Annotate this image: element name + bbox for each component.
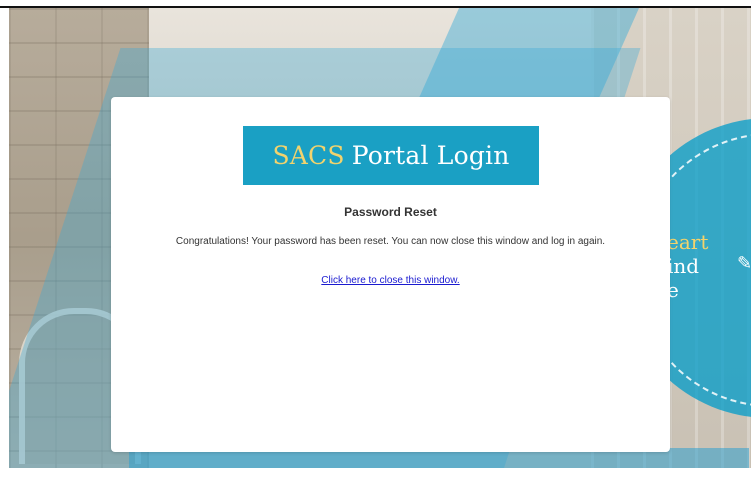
- pen-icon: ✎: [737, 253, 751, 273]
- circle-slogan: eart ind e: [667, 230, 708, 302]
- logo-product: Portal Login: [351, 141, 510, 170]
- slogan-line-3: e: [667, 278, 679, 302]
- top-border: [0, 0, 751, 8]
- close-window-link[interactable]: Click here to close this window.: [111, 275, 670, 286]
- sacs-portal-logo: SACS Portal Login: [243, 126, 539, 185]
- reset-message: Congratulations! Your password has been …: [175, 236, 606, 247]
- slogan-line-1: eart: [667, 230, 709, 254]
- page-title: Password Reset: [344, 205, 437, 219]
- logo-brand: SACS: [272, 141, 345, 170]
- slogan-line-2: ind: [667, 254, 700, 278]
- password-reset-card: SACS Portal Login Password Reset Congrat…: [111, 97, 670, 452]
